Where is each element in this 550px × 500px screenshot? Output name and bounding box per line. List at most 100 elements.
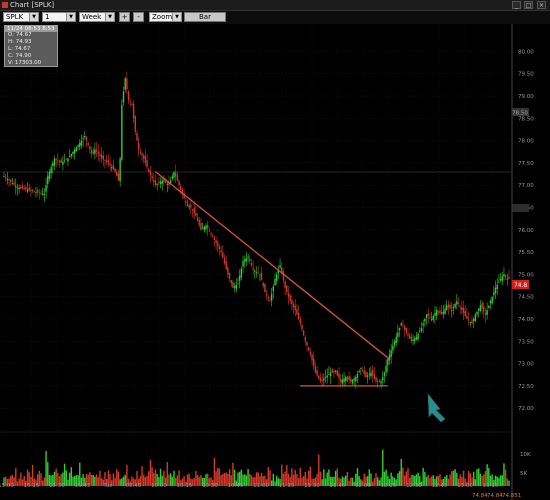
candle-body [486, 310, 488, 315]
price-tick-label: 79.00 [518, 94, 534, 100]
candle-body [432, 315, 434, 320]
bar-style-button[interactable]: Bar [184, 12, 226, 22]
time-tick-label: 12:00 [355, 483, 371, 489]
candle-body [60, 159, 62, 163]
candle-body [296, 309, 298, 315]
volume-bar [348, 480, 350, 486]
candle-body [499, 278, 502, 281]
volume-bar [169, 473, 172, 486]
candle-body [119, 158, 121, 182]
candle-body [11, 183, 14, 185]
candle-body [208, 230, 211, 232]
volume-bar [297, 478, 300, 486]
crosshair-price-box [512, 204, 529, 212]
volume-bar [16, 481, 19, 486]
candle-body [336, 370, 338, 376]
volume-bar [245, 475, 248, 486]
candle-body [464, 311, 466, 316]
volume-bar [501, 475, 503, 486]
price-tick-label: 76.00 [518, 228, 534, 234]
candle-body [4, 177, 7, 179]
volume-bar [499, 475, 502, 486]
zoom-in-button[interactable]: + [119, 12, 130, 22]
price-tick-label: 75.50 [518, 250, 534, 256]
candle-body [30, 189, 32, 191]
volume-bar [318, 454, 320, 486]
volume-bar [114, 477, 116, 486]
status-value-1: 74.84 [472, 493, 488, 499]
candle-body [255, 272, 258, 273]
candle-body [235, 284, 237, 289]
candle-body [341, 379, 344, 384]
candle-body [68, 156, 71, 157]
chevron-down-icon[interactable]: ▼ [66, 13, 75, 21]
candle-body [215, 240, 217, 244]
close-icon[interactable]: × [537, 1, 546, 9]
price-chart[interactable]: 80.0079.5079.0078.5078.0077.5077.0076.50… [0, 24, 550, 500]
volume-bar [220, 475, 222, 486]
candle-body [31, 189, 34, 192]
candle-body [286, 285, 288, 293]
candle-body [444, 308, 446, 315]
candle-body [333, 370, 335, 373]
volume-bar [94, 476, 96, 486]
title-bar[interactable]: Chart [SPLK] _ □ × [0, 0, 550, 11]
chevron-down-icon[interactable]: ▼ [29, 13, 38, 21]
maximize-icon[interactable]: □ [524, 1, 533, 9]
symbol-select[interactable]: SPLK ▼ [3, 12, 39, 22]
interval-select[interactable]: 1 minute ▼ [42, 12, 76, 29]
candle-body [233, 286, 236, 288]
chevron-down-icon[interactable]: ▼ [105, 13, 114, 21]
time-tick-label: 12:15 [381, 483, 397, 489]
candle-body [23, 188, 25, 190]
time-tick-label: 11:15 [279, 483, 295, 489]
volume-bar [269, 470, 271, 486]
ohlc-low: L: 74.67 [8, 46, 31, 52]
candle-body [205, 225, 207, 230]
volume-bar [18, 478, 20, 486]
volume-bar [382, 449, 384, 486]
candle-body [299, 319, 301, 324]
candle-body [419, 330, 421, 332]
candle-body [414, 338, 416, 342]
minimize-icon[interactable]: _ [512, 1, 521, 9]
candle-body [164, 181, 167, 183]
candle-body [269, 300, 271, 302]
candle-body [6, 179, 9, 180]
candle-body [471, 320, 473, 324]
candle-body [276, 274, 278, 281]
time-tick-label: Tue [102, 483, 113, 489]
volume-bar [351, 477, 354, 486]
candle-body [55, 158, 57, 160]
volume-bar [324, 478, 327, 486]
candle-body [102, 155, 105, 160]
range-select[interactable]: Week ▼ [79, 12, 115, 22]
candle-body [313, 358, 315, 367]
volume-bar [65, 470, 67, 486]
candle-body [383, 372, 386, 376]
candle-body [15, 186, 17, 188]
volume-bar [294, 469, 296, 486]
volume-bar [195, 471, 197, 486]
zoom-select[interactable]: Zoom ▼ [149, 12, 182, 22]
candle-body [309, 352, 312, 355]
candle-body [366, 375, 369, 377]
candle-body [227, 267, 229, 275]
candle-body [385, 365, 387, 373]
price-tick-label: 79.50 [518, 72, 534, 78]
candle-body [16, 187, 19, 189]
volume-bar [223, 473, 226, 486]
candle-body [254, 271, 256, 272]
volume-bar [452, 470, 455, 486]
candle-body [57, 159, 59, 161]
candle-body [474, 314, 477, 322]
candle-body [377, 380, 379, 382]
candle-body [491, 296, 493, 304]
candle-body [240, 268, 243, 278]
candle-body [370, 372, 372, 377]
candle-body [144, 156, 147, 163]
chevron-down-icon[interactable]: ▼ [172, 13, 181, 21]
candle-body [156, 184, 158, 185]
volume-bar [193, 477, 195, 486]
zoom-out-button[interactable]: - [133, 12, 144, 22]
